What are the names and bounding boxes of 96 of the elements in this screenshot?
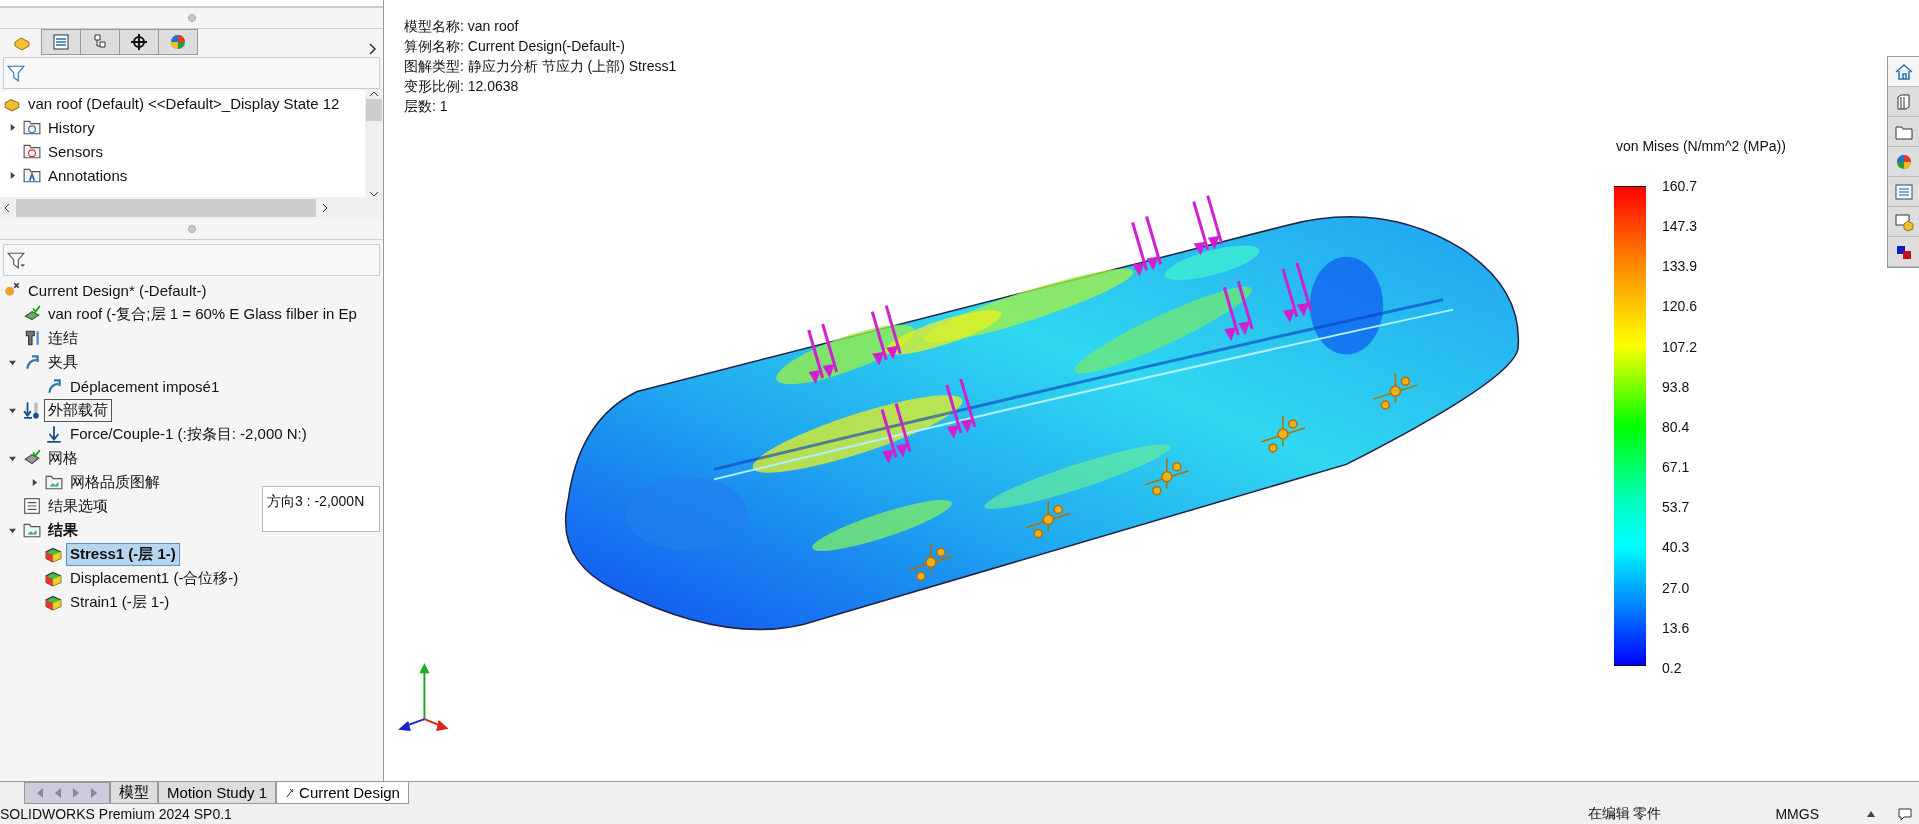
- document-tab[interactable]: Motion Study 1: [158, 782, 277, 804]
- home-icon[interactable]: [1888, 57, 1919, 87]
- load-arrows-icon: [807, 323, 839, 384]
- tree-item[interactable]: 连结: [44, 326, 82, 350]
- tree-item[interactable]: Force/Couple-1 (:按条目: -2,000 N:): [66, 422, 311, 446]
- product-version: SOLIDWORKS Premium 2024 SP0.1: [0, 806, 232, 822]
- tree-item[interactable]: History: [44, 116, 99, 138]
- scale-value: 120.6: [1662, 298, 1698, 315]
- chat-icon[interactable]: [1897, 806, 1913, 822]
- folder-icon: [23, 166, 41, 184]
- plot-icon: [45, 569, 63, 587]
- scale-value: 27.0: [1662, 579, 1691, 596]
- tooltip: 方向3 : -2,000N: [262, 486, 380, 532]
- edit-mode: 在编辑 零件: [1587, 805, 1662, 823]
- load-arrows-icon: [1222, 280, 1254, 342]
- scale-value: 53.7: [1662, 499, 1691, 516]
- scale-value: 93.8: [1662, 378, 1691, 395]
- folder-icon: [23, 118, 41, 136]
- load-icon: [23, 401, 41, 419]
- info-value: 静应力分析 节应力 (上部) Stress1: [467, 58, 677, 74]
- filter-icon: [7, 251, 25, 269]
- scale-value: 107.2: [1662, 338, 1698, 355]
- tree-item[interactable]: 结果选项: [44, 494, 112, 518]
- info-label: 模型名称:: [404, 18, 464, 34]
- tree-item[interactable]: van roof (-复合;层 1 = 60% E Glass filber in Ep: [44, 302, 361, 326]
- tree-item[interactable]: Annotations: [44, 164, 132, 186]
- scroll-down-icon[interactable]: [369, 191, 379, 197]
- scale-value: 13.6: [1662, 619, 1691, 636]
- tree-item[interactable]: van roof (Default) <<Default>_Display State 12: [24, 92, 344, 114]
- scroll-right-icon[interactable]: [322, 203, 328, 213]
- load-arrows-icon: [1281, 262, 1313, 323]
- horizontal-scrollbar[interactable]: [0, 197, 383, 219]
- plot-icon: [45, 545, 63, 563]
- bolt-icon: [23, 329, 41, 347]
- list-icon: [23, 497, 41, 515]
- tree-item[interactable]: 网格: [44, 446, 82, 470]
- filter-field[interactable]: [3, 244, 380, 276]
- info-label: 图解类型:: [404, 58, 464, 74]
- tree-item[interactable]: Strain1 (-层 1-): [66, 590, 174, 614]
- info-label: 变形比例:: [404, 78, 464, 94]
- info-label: 层数:: [404, 98, 436, 114]
- document-tab[interactable]: 模型: [110, 782, 158, 804]
- vertical-scrollbar[interactable]: [365, 91, 383, 197]
- load-arrows-icon: [945, 378, 977, 439]
- folder-icon: [23, 521, 41, 539]
- tree-item[interactable]: Displacement1 (-合位移-): [66, 566, 243, 590]
- list-icon: [51, 32, 71, 52]
- scroll-thumb[interactable]: [366, 99, 382, 121]
- load-arrows-icon: [1131, 216, 1162, 277]
- folder-icon: [23, 142, 41, 160]
- material-icon: [23, 305, 41, 323]
- scale-value: 147.3: [1662, 218, 1698, 235]
- scale-value: 67.1: [1662, 459, 1691, 476]
- tree-item[interactable]: Stress1 (-层 1-): [66, 542, 180, 566]
- down-arrow-icon: [45, 425, 63, 443]
- info-value: Current Design(-Default-): [467, 38, 625, 54]
- scale-value: 160.7: [1662, 178, 1698, 194]
- load-arrows-icon: [1192, 195, 1224, 256]
- crosshair-icon: [129, 32, 149, 52]
- info-label: 算例名称:: [404, 38, 464, 54]
- scale-value: 80.4: [1662, 418, 1691, 435]
- folder-icon: [45, 473, 63, 491]
- axis-triad-icon: [398, 662, 449, 732]
- info-value: van roof: [467, 18, 519, 34]
- load-arrows-icon: [880, 403, 912, 464]
- scale-value: 133.9: [1662, 258, 1698, 275]
- info-value: 1: [439, 98, 448, 114]
- color-ball-icon: [168, 32, 188, 52]
- filter-field[interactable]: [3, 57, 380, 89]
- splitter-handle[interactable]: [187, 14, 196, 22]
- document-tab[interactable]: Current Design: [276, 782, 409, 804]
- tab-navigation-buttons[interactable]: [24, 782, 110, 804]
- mesh-icon: [23, 449, 41, 467]
- plot-icon: [45, 593, 63, 611]
- study-icon: [3, 281, 21, 299]
- load-arrows-icon: [870, 305, 902, 366]
- tree-item[interactable]: 外部载荷: [44, 398, 112, 422]
- filter-icon: [7, 64, 25, 82]
- caret-icon[interactable]: [1867, 811, 1875, 817]
- unit-system[interactable]: MMGS: [1775, 806, 1819, 822]
- scale-value: 40.3: [1662, 539, 1691, 556]
- tree-item[interactable]: Current Design* (-Default-): [24, 279, 211, 301]
- scale-value: 0.2: [1662, 659, 1683, 676]
- tree-item[interactable]: 网格品质图解: [66, 470, 164, 494]
- info-value: 12.0638: [467, 78, 519, 94]
- scroll-thumb[interactable]: [16, 199, 316, 217]
- tree-item[interactable]: 结果: [44, 518, 82, 542]
- legend-title: von Mises (N/mm^2 (MPa)): [1616, 138, 1786, 154]
- tree-item[interactable]: Déplacement imposé1: [66, 375, 224, 397]
- panel-tab[interactable]: [119, 29, 159, 55]
- scroll-left-icon[interactable]: [4, 203, 10, 213]
- study-icon: [285, 787, 296, 798]
- tree-item[interactable]: 夹具: [44, 350, 82, 374]
- splitter-handle[interactable]: [187, 225, 196, 233]
- tree-item[interactable]: Sensors: [44, 140, 108, 162]
- scroll-up-icon[interactable]: [369, 91, 379, 97]
